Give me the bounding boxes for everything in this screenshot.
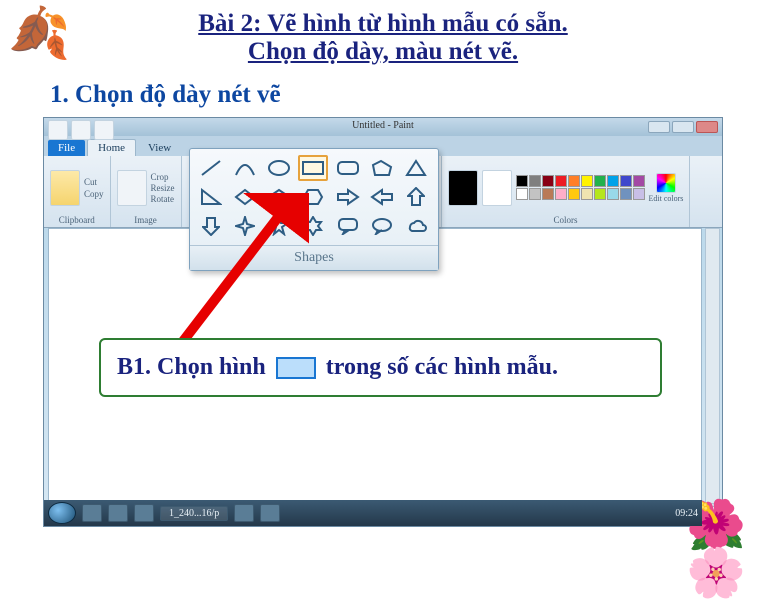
color-swatch[interactable]	[516, 188, 528, 200]
app-icon	[48, 120, 68, 140]
windows-taskbar: 1_240...16/p 09:24	[44, 500, 702, 526]
instruction-box: B1. Chọn hình trong số các hình mẫu.	[99, 338, 662, 397]
shape-4point-star[interactable]	[230, 213, 260, 239]
taskbar-clock[interactable]: 09:24	[675, 508, 698, 519]
instruction-prefix: B1. Chọn hình	[117, 354, 266, 381]
window-title: Untitled - Paint	[352, 120, 414, 131]
title-line-1: Bài 2: Vẽ hình từ hình mẫu có sẵn.	[0, 10, 766, 38]
start-button[interactable]	[48, 502, 76, 524]
color-swatch[interactable]	[581, 188, 593, 200]
minimize-button[interactable]	[648, 121, 670, 133]
color-swatch[interactable]	[555, 188, 567, 200]
paint-window: Untitled - Paint File Home View Cut Copy…	[43, 117, 723, 527]
shapes-grid	[190, 149, 438, 245]
color-swatch[interactable]	[568, 175, 580, 187]
group-colors-label: Colors	[553, 215, 577, 225]
shape-6point-star[interactable]	[298, 213, 328, 239]
shape-5point-star[interactable]	[264, 213, 294, 239]
color-swatch[interactable]	[568, 188, 580, 200]
color-swatch[interactable]	[516, 175, 528, 187]
group-clipboard: Cut Copy Clipboard	[44, 156, 111, 227]
save-icon[interactable]	[71, 120, 91, 140]
close-button[interactable]	[696, 121, 718, 133]
color-swatch[interactable]	[555, 175, 567, 187]
crop-button[interactable]: Crop	[151, 172, 175, 182]
rectangle-icon	[276, 357, 316, 379]
color-swatch[interactable]	[542, 188, 554, 200]
shape-rounded-rect[interactable]	[333, 155, 363, 181]
group-colors: Edit colors Colors	[442, 156, 691, 227]
quick-access	[48, 120, 114, 140]
shapes-panel: Shapes	[189, 148, 439, 271]
slide-title: Bài 2: Vẽ hình từ hình mẫu có sẵn. Chọn …	[0, 0, 766, 66]
taskbar-active-window[interactable]: 1_240...16/p	[160, 506, 228, 521]
shape-rectangle[interactable]	[298, 155, 328, 181]
paint-titlebar: Untitled - Paint	[44, 118, 722, 136]
color-swatch[interactable]	[594, 175, 606, 187]
shape-diamond[interactable]	[230, 184, 260, 210]
shape-line[interactable]	[196, 155, 226, 181]
undo-icon[interactable]	[94, 120, 114, 140]
shape-right-triangle[interactable]	[196, 184, 226, 210]
color-swatch[interactable]	[607, 188, 619, 200]
taskbar-item-explorer[interactable]	[82, 504, 102, 522]
resize-button[interactable]: Resize	[151, 183, 175, 193]
shape-arrow-down[interactable]	[196, 213, 226, 239]
shape-arrow-up[interactable]	[401, 184, 431, 210]
color-swatch[interactable]	[581, 175, 593, 187]
copy-button[interactable]: Copy	[84, 189, 104, 199]
group-clipboard-label: Clipboard	[59, 215, 95, 225]
shape-curve[interactable]	[230, 155, 260, 181]
cut-button[interactable]: Cut	[84, 177, 104, 187]
shape-callout-rounded[interactable]	[333, 213, 363, 239]
taskbar-item-ie[interactable]	[108, 504, 128, 522]
shape-hexagon[interactable]	[298, 184, 328, 210]
tab-home[interactable]: Home	[87, 139, 136, 156]
group-image-label: Image	[134, 215, 157, 225]
color-swatch[interactable]	[542, 175, 554, 187]
scrollbar-vertical[interactable]	[705, 228, 720, 504]
paste-button[interactable]	[50, 170, 80, 206]
subheading: 1. Chọn độ dày nét vẽ	[50, 81, 766, 109]
tab-view[interactable]: View	[138, 140, 181, 156]
color-2[interactable]	[482, 170, 512, 206]
color-swatch[interactable]	[620, 188, 632, 200]
maximize-button[interactable]	[672, 121, 694, 133]
shape-pentagon[interactable]	[264, 184, 294, 210]
color-palette	[516, 175, 645, 200]
shape-callout-oval[interactable]	[367, 213, 397, 239]
shape-callout-cloud[interactable]	[401, 213, 431, 239]
rotate-button[interactable]: Rotate	[151, 194, 175, 204]
color-swatch[interactable]	[607, 175, 619, 187]
select-button[interactable]	[117, 170, 147, 206]
edit-colors-icon[interactable]	[656, 173, 676, 193]
shape-polygon[interactable]	[367, 155, 397, 181]
shape-triangle[interactable]	[401, 155, 431, 181]
color-swatch[interactable]	[594, 188, 606, 200]
leaf-decoration: 🍂	[8, 8, 78, 78]
taskbar-item-media[interactable]	[134, 504, 154, 522]
color-swatch[interactable]	[529, 175, 541, 187]
taskbar-item-app2[interactable]	[260, 504, 280, 522]
title-line-2: Chọn độ dày, màu nét vẽ.	[0, 38, 766, 66]
shapes-panel-label: Shapes	[190, 245, 438, 270]
color-swatch[interactable]	[529, 188, 541, 200]
color-swatch[interactable]	[633, 175, 645, 187]
color-swatch[interactable]	[620, 175, 632, 187]
edit-colors-label: Edit colors	[649, 194, 684, 203]
shape-arrow-left[interactable]	[367, 184, 397, 210]
color-1[interactable]	[448, 170, 478, 206]
taskbar-item-app1[interactable]	[234, 504, 254, 522]
instruction-suffix: trong số các hình mẫu.	[326, 354, 558, 381]
shape-oval[interactable]	[264, 155, 294, 181]
shape-arrow-right[interactable]	[333, 184, 363, 210]
tab-file[interactable]: File	[48, 140, 85, 156]
group-image: Crop Resize Rotate Image	[111, 156, 182, 227]
color-swatch[interactable]	[633, 188, 645, 200]
